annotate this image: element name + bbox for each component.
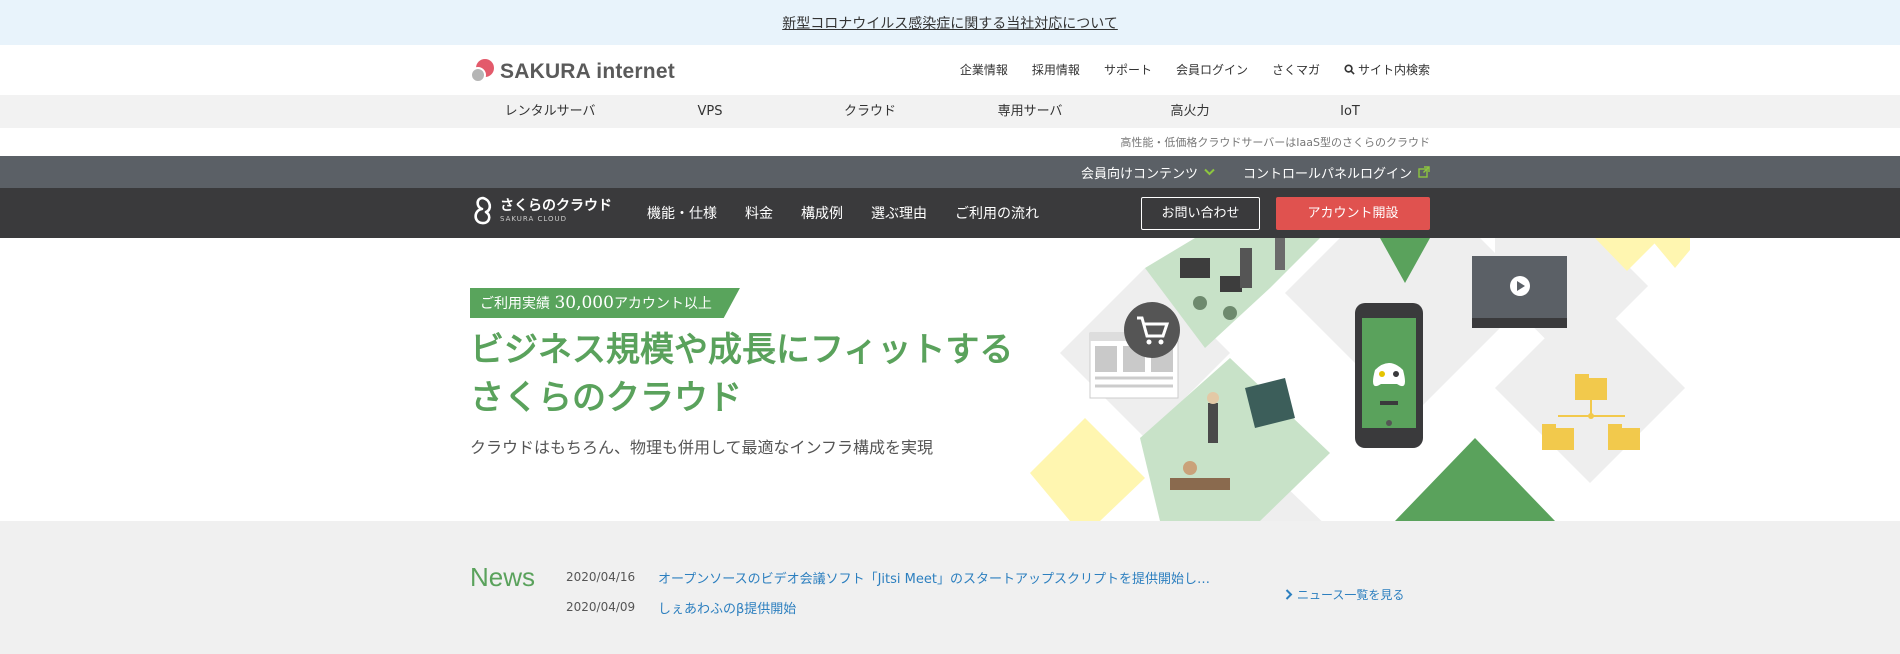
usage-badge-suffix: アカウント以上 (613, 296, 712, 312)
news-link[interactable]: しぇあわふのβ提供開始 (658, 598, 796, 617)
usage-badge-number: 30,000 (554, 293, 614, 313)
header-link-recruit[interactable]: 採用情報 (1032, 61, 1080, 78)
cloud-logo-text: さくらのクラウド (500, 198, 612, 214)
contact-button[interactable]: お問い合わせ (1141, 197, 1260, 230)
news-date: 2020/04/09 (566, 600, 636, 614)
product-nav-dedicated-server[interactable]: 専用サーバ (950, 95, 1110, 128)
cloud-menu-examples[interactable]: 構成例 (801, 203, 843, 223)
site-search-link[interactable]: サイト内検索 (1344, 61, 1430, 78)
news-link[interactable]: オープンソースのビデオ会議ソフト「Jitsi Meet」のスタートアップスクリプ… (658, 568, 1210, 587)
cloud-menu-pricing[interactable]: 料金 (745, 203, 773, 223)
product-nav-cloud[interactable]: クラウド (790, 95, 950, 128)
cloud-menu: 機能・仕様 料金 構成例 選ぶ理由 ご利用の流れ (647, 188, 1039, 238)
search-icon (1344, 64, 1355, 75)
news-item: 2020/04/09 しぇあわふのβ提供開始 (566, 592, 1210, 622)
product-nav-iot[interactable]: IoT (1270, 95, 1430, 128)
news-section: News 2020/04/16 オープンソースのビデオ会議ソフト「Jitsi M… (0, 521, 1900, 654)
site-search-label: サイト内検索 (1357, 63, 1430, 77)
cloud-menu-reasons[interactable]: 選ぶ理由 (871, 203, 927, 223)
control-panel-login-label: コントロールパネルログイン (1242, 166, 1412, 182)
cloud-logo-subtext: SAKURA CLOUD (500, 215, 568, 223)
hero-title-line1: ビジネス規模や成長にフィットする (470, 330, 1014, 370)
chevron-right-icon (1285, 589, 1293, 600)
hero-section: ご利用実績 30,000アカウント以上 ビジネス規模や成長にフィットする さくら… (0, 238, 1900, 521)
members-content-menu[interactable]: 会員向けコンテンツ (1081, 163, 1215, 182)
news-more-link[interactable]: ニュース一覧を見る (1285, 586, 1404, 603)
cloud-product-nav: さくらのクラウド SAKURA CLOUD 機能・仕様 料金 構成例 選ぶ理由 … (0, 188, 1900, 238)
sakura-logo-icon (470, 59, 496, 85)
header-link-company[interactable]: 企業情報 (960, 61, 1008, 78)
logo-text: SAKURA internet (500, 60, 675, 83)
sakura-cloud-logo[interactable]: さくらのクラウド SAKURA CLOUD (470, 194, 612, 228)
control-panel-login-link[interactable]: コントロールパネルログイン (1243, 163, 1430, 182)
sakura-cloud-logo-icon (474, 196, 492, 225)
hero-title-line2: さくらのクラウド (470, 378, 742, 418)
header-links: 企業情報 採用情報 サポート 会員ログイン さくマガ サイト内検索 (960, 61, 1430, 78)
notice-bar: 新型コロナウイルス感染症に関する当社対応について (0, 0, 1900, 45)
hero-illustration (1030, 238, 1690, 521)
news-list: 2020/04/16 オープンソースのビデオ会議ソフト「Jitsi Meet」の… (566, 562, 1210, 622)
product-nav-vps[interactable]: VPS (630, 95, 790, 128)
header-link-support[interactable]: サポート (1104, 61, 1152, 78)
hero-title: ビジネス規模や成長にフィットする さくらのクラウド (470, 326, 1013, 422)
page-tagline: 高性能・低価格クラウドサーバーはIaaS型のさくらのクラウド (1120, 136, 1430, 149)
cloud-menu-flow[interactable]: ご利用の流れ (955, 203, 1039, 223)
sakura-internet-logo[interactable]: SAKURA internet (470, 59, 675, 85)
news-heading: News (470, 562, 536, 592)
external-link-icon (1418, 166, 1430, 178)
news-more-label: ニュース一覧を見る (1297, 588, 1405, 602)
news-item: 2020/04/16 オープンソースのビデオ会議ソフト「Jitsi Meet」の… (566, 562, 1210, 592)
product-nav: レンタルサーバ VPS クラウド 専用サーバ 高火力 IoT (0, 95, 1900, 128)
usage-badge-prefix: ご利用実績 (480, 296, 550, 312)
chevron-down-icon (1204, 168, 1215, 176)
member-bar: 会員向けコンテンツ コントロールパネルログイン (0, 156, 1900, 188)
product-nav-high-power[interactable]: 高火力 (1110, 95, 1270, 128)
header-link-member-login[interactable]: 会員ログイン (1176, 61, 1248, 78)
header-link-sakumaga[interactable]: さくマガ (1272, 61, 1320, 78)
cloud-menu-features[interactable]: 機能・仕様 (647, 203, 717, 223)
product-nav-rental-server[interactable]: レンタルサーバ (470, 95, 630, 128)
news-date: 2020/04/16 (566, 570, 636, 584)
usage-badge: ご利用実績 30,000アカウント以上 (470, 288, 740, 318)
account-signup-button[interactable]: アカウント開設 (1276, 197, 1430, 230)
covid-notice-link[interactable]: 新型コロナウイルス感染症に関する当社対応について (782, 13, 1118, 33)
members-content-label: 会員向けコンテンツ (1080, 166, 1198, 182)
hero-subtitle: クラウドはもちろん、物理も併用して最適なインフラ構成を実現 (470, 438, 934, 457)
site-header: SAKURA internet 企業情報 採用情報 サポート 会員ログイン さく… (0, 45, 1900, 95)
shopping-cart-icon (1124, 302, 1180, 358)
